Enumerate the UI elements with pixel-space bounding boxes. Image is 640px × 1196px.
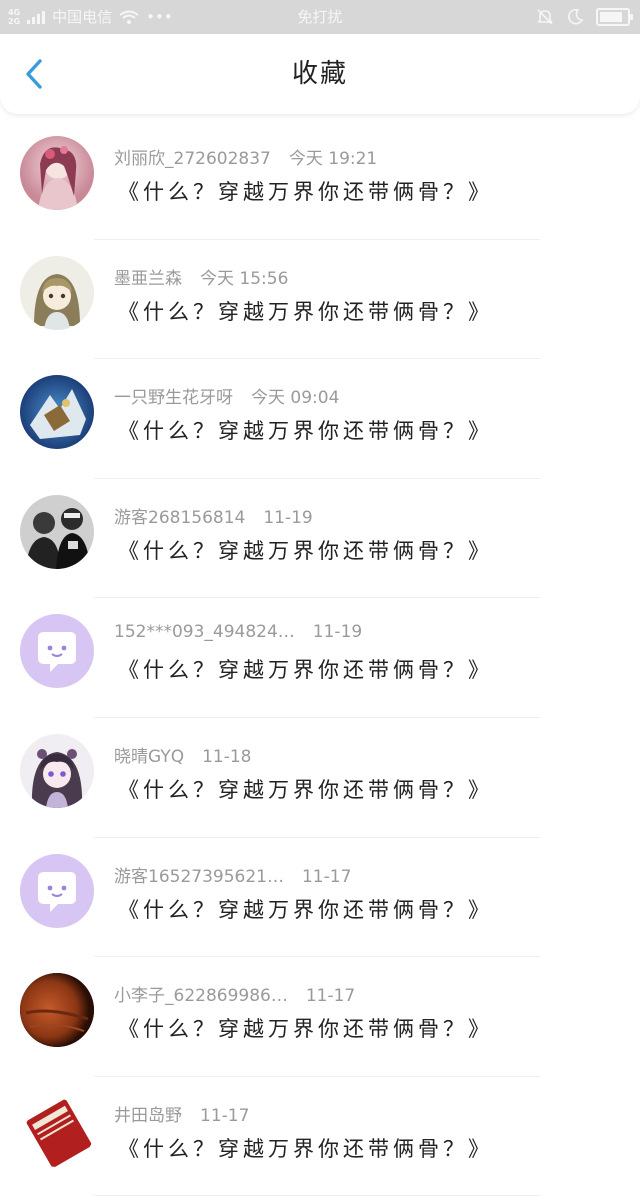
timestamp: 11-17 (301, 866, 352, 887)
avatar-anime-girl[interactable] (20, 255, 94, 330)
timestamp: 今天 09:04 (251, 388, 340, 409)
user-name[interactable]: 152***093_494824… (114, 622, 295, 642)
item-meta: 游客16527395621… 11-17 (114, 862, 351, 887)
avatar-default-chat[interactable] (20, 614, 94, 689)
user-name[interactable]: 游客268156814 (114, 508, 245, 528)
item-meta: 152***093_494824… 11-19 (114, 622, 362, 642)
avatar-group-photo[interactable] (20, 494, 94, 569)
timestamp: 11-17 (305, 986, 356, 1007)
timestamp: 11-19 (312, 622, 363, 643)
book-title[interactable]: 《什么？穿越万界你还带俩骨？》 (118, 1133, 493, 1163)
battery-level (600, 12, 622, 22)
user-name[interactable]: 墨亜兰森 (114, 269, 182, 289)
book-title[interactable]: 《什么？穿越万界你还带俩骨？》 (118, 415, 493, 445)
user-name[interactable]: 小李子_622869986… (114, 986, 288, 1006)
moon-icon (568, 8, 584, 25)
timestamp: 今天 15:56 (200, 268, 289, 289)
item-meta: 井田岛野 11-17 (114, 1101, 249, 1126)
item-meta: 一只野生花牙呀 今天 09:04 (114, 383, 339, 408)
list-item[interactable]: 刘丽欣_272602837 今天 19:21 《什么？穿越万界你还带俩骨？》 (0, 120, 640, 240)
book-title[interactable]: 《什么？穿越万界你还带俩骨？》 (118, 654, 493, 684)
list-item[interactable]: 晓晴GYQ 11-18 《什么？穿越万界你还带俩骨？》 (0, 718, 640, 838)
avatar-default-chat[interactable] (20, 853, 94, 928)
user-name[interactable]: 一只野生花牙呀 (114, 388, 233, 408)
favorites-list: 刘丽欣_272602837 今天 19:21 《什么？穿越万界你还带俩骨？》 墨亜… (0, 120, 640, 1196)
timestamp: 11-17 (200, 1105, 250, 1126)
timestamp: 11-18 (202, 746, 252, 767)
book-title[interactable]: 《什么？穿越万界你还带俩骨？》 (118, 1013, 493, 1043)
list-item[interactable]: 游客268156814 11-19 《什么？穿越万界你还带俩骨？》 (0, 479, 640, 599)
avatar-pink-portrait[interactable] (20, 136, 94, 210)
user-name[interactable]: 刘丽欣_272602837 (114, 149, 271, 169)
item-meta: 刘丽欣_272602837 今天 19:21 (114, 144, 377, 169)
page-title: 收藏 (291, 59, 348, 89)
list-item[interactable]: 井田岛野 11-17 《什么？穿越万界你还带俩骨？》 (0, 1077, 640, 1196)
book-title[interactable]: 《什么？穿越万界你还带俩骨？》 (118, 774, 493, 804)
list-item[interactable]: 墨亜兰森 今天 15:56 《什么？穿越万界你还带俩骨？》 (0, 240, 640, 360)
navigation-bar: 收藏 (0, 34, 640, 114)
avatar-red-book[interactable] (20, 1092, 94, 1167)
book-title[interactable]: 《什么？穿越万界你还带俩骨？》 (118, 296, 493, 326)
list-item[interactable]: 一只野生花牙呀 今天 09:04 《什么？穿越万界你还带俩骨？》 (0, 359, 640, 479)
user-name[interactable]: 井田岛野 (114, 1106, 182, 1126)
user-name[interactable]: 游客16527395621… (114, 867, 284, 887)
list-item[interactable]: 游客16527395621… 11-17 《什么？穿越万界你还带俩骨？》 (0, 838, 640, 958)
status-bar: 4G 2G 中国电信 ••• 免打扰 (0, 0, 640, 34)
bell-off-icon (537, 9, 553, 25)
book-title[interactable]: 《什么？穿越万界你还带俩骨？》 (118, 535, 493, 565)
status-right (536, 0, 633, 34)
book-title[interactable]: 《什么？穿越万界你还带俩骨？》 (118, 894, 493, 924)
item-meta: 小李子_622869986… 11-17 (114, 981, 355, 1006)
user-name[interactable]: 晓晴GYQ (114, 747, 184, 767)
list-item[interactable]: 152***093_494824… 11-19 《什么？穿越万界你还带俩骨？》 (0, 598, 640, 718)
avatar-anime-purple[interactable] (20, 733, 94, 808)
item-meta: 晓晴GYQ 11-18 (114, 742, 252, 767)
list-item[interactable]: 小李子_622869986… 11-17 《什么？穿越万界你还带俩骨？》 (0, 957, 640, 1077)
avatar-blue-art[interactable] (20, 375, 94, 450)
item-meta: 游客268156814 11-19 (114, 503, 313, 528)
battery-icon (596, 8, 633, 26)
book-title[interactable]: 《什么？穿越万界你还带俩骨？》 (118, 176, 493, 206)
avatar-mars[interactable] (20, 973, 94, 1048)
item-meta: 墨亜兰森 今天 15:56 (114, 264, 288, 289)
timestamp: 今天 19:21 (288, 149, 378, 169)
timestamp: 11-19 (263, 507, 313, 528)
